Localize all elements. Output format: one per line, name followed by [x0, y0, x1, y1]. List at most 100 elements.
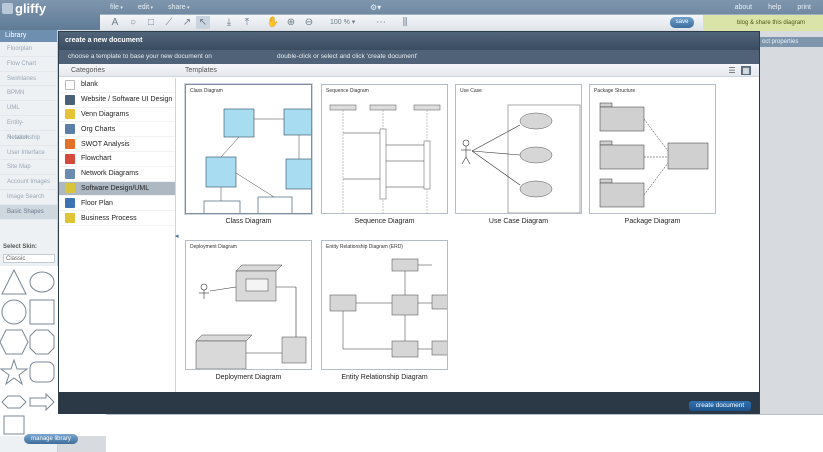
rounded-rect-shape[interactable] [29, 361, 55, 383]
erd-diagram-preview [329, 258, 447, 358]
category-blank[interactable]: blank [59, 78, 175, 93]
cylinder-shape[interactable] [3, 415, 25, 435]
library-item-swimlanes[interactable]: Swimlanes [0, 72, 57, 87]
ellipse-shape[interactable] [29, 271, 55, 293]
logo-icon [2, 3, 13, 14]
column-headers: Categories Templates ☰ ▦ [59, 64, 759, 77]
deployment-diagram-preview [195, 264, 307, 369]
template-erd-diagram[interactable]: Entity Relationship Diagram (ERD) [321, 240, 448, 370]
template-gallery: Class Diagram Class Diagram Sequence Dia [185, 84, 745, 386]
save-button[interactable]: save [670, 17, 694, 28]
canvas[interactable] [106, 414, 823, 452]
library-item-entity-relationship[interactable]: Entity-Relationship [0, 116, 57, 141]
venn-icon [65, 109, 75, 120]
library-item-image-search[interactable]: Image Search [0, 190, 57, 205]
category-venn[interactable]: Venn Diagrams [59, 108, 175, 123]
library-header: Library [0, 30, 57, 42]
circle-shape[interactable] [1, 299, 27, 325]
use-case-diagram-preview [461, 104, 581, 213]
category-swot[interactable]: SWOT Analysis [59, 137, 175, 152]
main-menu: file edit share [110, 4, 189, 11]
zoom-select[interactable]: 100 % ▾ [330, 18, 355, 26]
align-icon[interactable]: ⫼ [398, 16, 412, 29]
instruction-left: choose a template to base your new docum… [68, 53, 212, 60]
category-org-charts[interactable]: Org Charts [59, 122, 175, 138]
website-ui-icon [65, 94, 75, 105]
menu-file[interactable]: file [110, 4, 123, 11]
caption-sequence-diagram: Sequence Diagram [354, 218, 415, 225]
category-flowchart[interactable]: Flowchart [59, 152, 175, 167]
library-item-bpmn[interactable]: BPMN [0, 86, 57, 102]
menu-about[interactable]: about [735, 4, 753, 11]
caption-package-diagram: Package Diagram [624, 218, 681, 225]
menu-edit[interactable]: edit [138, 4, 153, 11]
category-website-ui[interactable]: Website / Software UI Design [59, 93, 175, 108]
zoom-out-icon[interactable]: ⊖ [302, 16, 316, 29]
manage-library-button[interactable]: manage library [24, 434, 78, 444]
class-diagram-preview [203, 108, 311, 213]
square-shape[interactable] [29, 299, 55, 325]
floor-plan-icon [65, 198, 75, 209]
double-arrow-shape[interactable] [1, 395, 27, 409]
hand-tool-icon[interactable]: ✋ [266, 16, 280, 29]
caption-use-case-diagram: Use Case Diagram [488, 218, 549, 225]
dialog-title: create a new document [59, 32, 759, 50]
list-view-icon[interactable]: ☰ [727, 66, 737, 75]
create-document-button[interactable]: create document [689, 401, 751, 411]
app-header: gliffy file edit share ⚙▾ about help pri… [0, 0, 823, 31]
menu-print[interactable]: print [797, 4, 811, 11]
collapse-arrow-icon[interactable]: ◂ [175, 232, 179, 240]
template-package-diagram[interactable]: Package Structure [589, 84, 716, 214]
library-item-network[interactable]: Network [0, 131, 57, 146]
zoom-in-icon[interactable]: ⊕ [284, 16, 298, 29]
library-item-basic-shapes[interactable]: Basic Shapes [0, 204, 57, 220]
business-process-icon [65, 213, 75, 224]
grid-view-icon[interactable]: ▦ [741, 66, 751, 75]
library-item-flow-chart[interactable]: Flow Chart [0, 57, 57, 72]
grid-icon[interactable]: ⋯ [374, 16, 388, 29]
blank-icon [65, 79, 75, 90]
properties-tab[interactable]: oct properties [760, 37, 823, 47]
library-item-user-interface[interactable]: User Interface [0, 146, 57, 161]
library-item-account-images[interactable]: Account Images [0, 175, 57, 190]
category-list: blank Website / Software UI Design Venn … [59, 78, 176, 392]
text-tool-icon[interactable]: A [108, 16, 122, 29]
logo: gliffy [2, 1, 46, 16]
new-document-dialog: create a new document choose a template … [58, 31, 760, 414]
template-deployment-diagram[interactable]: Deployment Diagram [185, 240, 312, 370]
connector-tool-icon[interactable]: ↗ [180, 16, 194, 29]
rectangle-tool-icon[interactable]: □ [144, 16, 158, 29]
category-software-design-uml[interactable]: Software Design/UML [59, 181, 175, 197]
template-sequence-diagram[interactable]: Sequence Diagram [321, 84, 448, 214]
share-button[interactable]: blog & share this diagram [703, 15, 823, 31]
menu-share[interactable]: share [168, 4, 189, 11]
library-item-site-map[interactable]: Site Map [0, 160, 57, 176]
pointer-tool-icon[interactable]: ↖ [196, 16, 210, 29]
octagon-shape[interactable] [29, 329, 55, 355]
toolbar: A ○ □ ⟋ ↗ ↖ ⤓ ⤒ ✋ ⊕ ⊖ 100 % ▾ ⋯ ⫼ save b… [100, 14, 823, 31]
skin-label: Select Skin: [3, 244, 38, 250]
uml-icon [65, 183, 75, 194]
view-toggle: ☰ ▦ [727, 66, 751, 75]
category-network[interactable]: Network Diagrams [59, 167, 175, 182]
hexagon-shape[interactable] [0, 329, 29, 355]
category-business-process[interactable]: Business Process [59, 211, 175, 226]
template-class-diagram[interactable]: Class Diagram [185, 84, 312, 214]
bring-front-icon[interactable]: ⤒ [240, 16, 254, 29]
line-tool-icon[interactable]: ⟋ [162, 16, 176, 29]
ellipse-tool-icon[interactable]: ○ [126, 16, 140, 29]
library-item-uml[interactable]: UML [0, 101, 57, 116]
categories-header: Categories [71, 67, 105, 74]
package-diagram-preview [599, 102, 709, 208]
template-use-case-diagram[interactable]: Use Case [455, 84, 582, 214]
templates-header: Templates [185, 67, 217, 74]
dialog-instructions: choose a template to base your new docum… [59, 50, 759, 64]
category-floor-plan[interactable]: Floor Plan [59, 196, 175, 212]
skin-select[interactable]: Classic [3, 254, 55, 263]
menu-help[interactable]: help [768, 4, 781, 11]
library-item-floorplan[interactable]: Floorplan [0, 42, 57, 57]
dialog-footer: create document [59, 392, 759, 414]
org-chart-icon [65, 124, 75, 135]
send-back-icon[interactable]: ⤓ [222, 16, 236, 29]
gear-icon[interactable]: ⚙▾ [370, 3, 381, 12]
